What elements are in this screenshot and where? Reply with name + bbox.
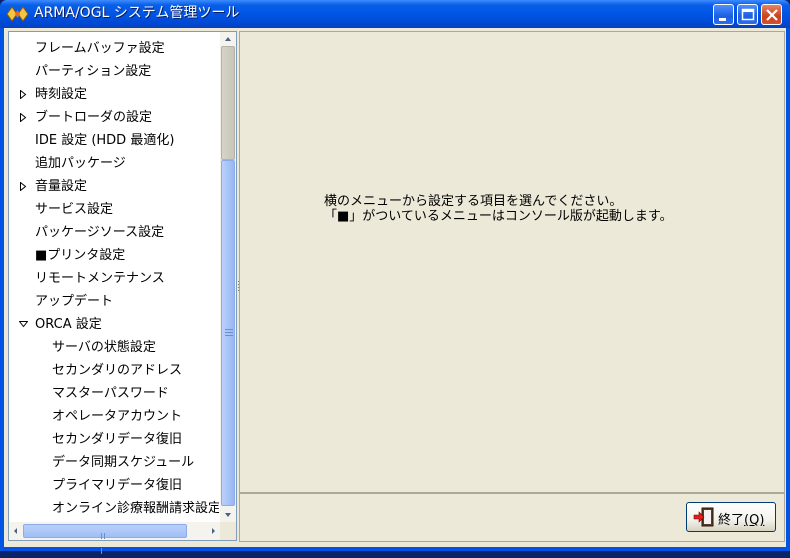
tree-item-label: パッケージソース設定 [35, 225, 165, 240]
tree-item-label: データ同期スケジュール [52, 455, 195, 470]
window-title: ARMA/OGL システム管理ツール [34, 5, 240, 21]
expand-arrow-icon[interactable] [19, 106, 29, 129]
scroll-grip-icon [225, 329, 233, 336]
minimize-icon [719, 18, 726, 21]
down-arrow-icon [225, 513, 231, 517]
tree-item[interactable]: セカンダリデータ復旧 [9, 428, 219, 451]
tree-item-label: IDE 設定 (HDD 最適化) [35, 133, 175, 148]
tree-item[interactable]: IDE 設定 (HDD 最適化) [9, 129, 219, 152]
tree-item[interactable]: 追加パッケージ [9, 152, 219, 175]
tree-item-label: セカンダリデータ復旧 [52, 432, 183, 447]
hscroll-thumb[interactable] [23, 524, 187, 554]
left-arrow-icon [14, 528, 17, 534]
tree-item-label: オンライン診療報酬請求設定 [52, 501, 219, 516]
tree-item-label: ORCA 設定 [35, 317, 102, 332]
tree-item-label: アップデート [35, 294, 114, 309]
tree-item-label: プライマリデータ復旧 [52, 478, 183, 493]
minimize-button[interactable] [713, 4, 734, 25]
menu-tree: フレームバッファ設定 パーティション設定 時刻設定ブートローダの設定 IDE 設定 (… [8, 31, 237, 554]
tree-item[interactable]: ブートローダの設定 [9, 106, 219, 129]
tree-item[interactable]: フレームバッファ設定 [9, 37, 219, 60]
tree-item-label: 時刻設定 [35, 87, 88, 102]
up-arrow-icon [225, 37, 231, 41]
main-content: 横のメニューから設定する項目を選んでください。 「■」がついているメニューはコン… [239, 31, 785, 493]
tree-item[interactable]: ORCA 設定 [9, 313, 219, 336]
tree-item[interactable]: ■プリンタ設定 [9, 244, 219, 267]
tree-item-label: リモートメンテナンス [35, 271, 165, 286]
close-button[interactable] [761, 4, 782, 25]
tree-item[interactable]: オンライン診療報酬請求設定 [9, 497, 219, 520]
tree-item[interactable]: サーバの状態設定 [9, 336, 219, 359]
expand-arrow-icon[interactable] [19, 175, 29, 198]
scroll-left-button[interactable] [10, 524, 22, 538]
message-line-2: 「■」がついているメニューはコンソール版が起動します。 [324, 209, 673, 224]
tree-item-label: パーティション設定 [35, 64, 152, 79]
app-window: ARMA/OGL システム管理ツール フレームバッファ設定 パーティション設定 時刻… [0, 0, 790, 554]
tree-list: フレームバッファ設定 パーティション設定 時刻設定ブートローダの設定 IDE 設定 (… [9, 32, 219, 522]
scroll-up-button[interactable] [220, 32, 236, 46]
tree-item-label: サービス設定 [35, 202, 114, 217]
collapse-arrow-icon[interactable] [19, 313, 29, 336]
tree-item[interactable]: データ同期スケジュール [9, 451, 219, 474]
horizontal-scrollbar[interactable] [9, 522, 220, 554]
message-line-1: 横のメニューから設定する項目を選んでください。 [324, 194, 623, 209]
tree-item[interactable]: 音量設定 [9, 175, 219, 198]
exit-door-icon [693, 507, 714, 527]
expand-arrow-icon[interactable] [19, 83, 29, 106]
tree-item[interactable]: パーティション設定 [9, 60, 219, 83]
tree-item[interactable]: マスターパスワード [9, 382, 219, 405]
tree-item-label: ブートローダの設定 [35, 110, 153, 125]
tree-item[interactable]: セカンダリのアドレス [9, 359, 219, 382]
exit-button-label: 終了(Q) [718, 513, 765, 528]
title-bar[interactable]: ARMA/OGL システム管理ツール [0, 0, 790, 28]
tree-item[interactable]: プライマリデータ復旧 [9, 474, 219, 497]
exit-button[interactable]: 終了(Q) [686, 502, 776, 532]
tree-item-label: フレームバッファ設定 [35, 41, 165, 56]
vertical-scrollbar[interactable] [220, 32, 236, 522]
instruction-message: 横のメニューから設定する項目を選んでください。 「■」がついているメニューはコン… [324, 194, 673, 224]
tree-item-label: サーバの状態設定 [52, 340, 156, 355]
tree-item-label: マスターパスワード [52, 386, 169, 401]
tree-item-label: オペレータアカウント [52, 409, 183, 424]
app-logo-icon [6, 6, 29, 22]
tree-item[interactable]: アップデート [9, 290, 219, 313]
tree-item-label: 音量設定 [35, 179, 88, 194]
scrollbar-corner [220, 522, 236, 540]
tree-item-label: セカンダリのアドレス [52, 363, 183, 378]
scroll-thumb[interactable] [221, 160, 235, 506]
tree-item[interactable]: オペレータアカウント [9, 405, 219, 428]
right-arrow-icon [212, 528, 215, 534]
scroll-track[interactable] [221, 46, 235, 160]
close-icon [766, 9, 778, 21]
scroll-down-button[interactable] [220, 508, 236, 522]
tree-item-label: 追加パッケージ [35, 156, 126, 171]
hscroll-grip-icon [101, 528, 109, 554]
tree-item[interactable]: 時刻設定 [9, 83, 219, 106]
scroll-right-button[interactable] [207, 524, 219, 538]
tree-item[interactable]: サービス設定 [9, 198, 219, 221]
maximize-icon [741, 8, 755, 21]
maximize-button[interactable] [737, 4, 758, 25]
client-area: フレームバッファ設定 パーティション設定 時刻設定ブートローダの設定 IDE 設定 (… [4, 28, 786, 554]
button-bar: 終了(Q) [239, 493, 785, 542]
tree-item[interactable]: パッケージソース設定 [9, 221, 219, 244]
tree-item-label: ■プリンタ設定 [35, 248, 126, 263]
tree-item[interactable]: リモートメンテナンス [9, 267, 219, 290]
